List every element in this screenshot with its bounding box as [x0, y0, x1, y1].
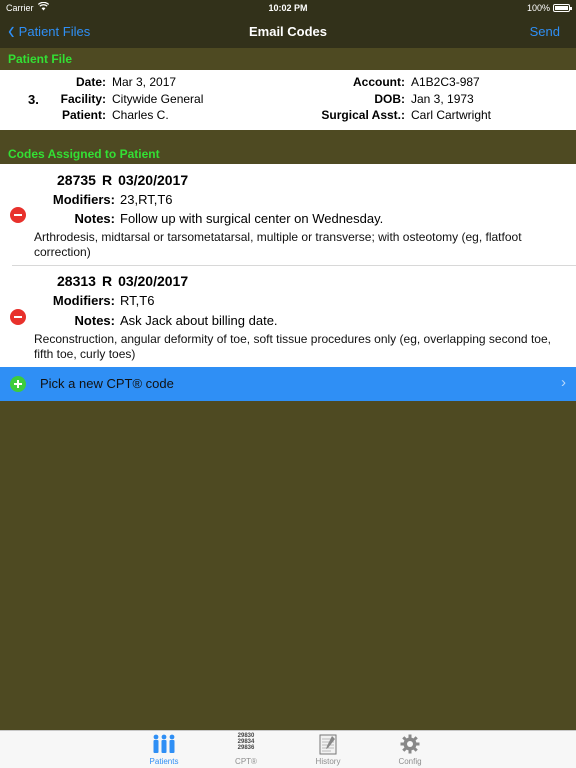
account-label: Account:	[353, 75, 405, 89]
send-button[interactable]: Send	[530, 24, 560, 39]
modifiers-value: RT,T6	[120, 293, 155, 308]
facility-value: Citywide General	[112, 92, 204, 106]
tab-label: History	[315, 757, 341, 766]
date-label: Date:	[75, 75, 106, 89]
notes-value: Follow up with surgical center on Wednes…	[120, 211, 384, 226]
code-date: 03/20/2017	[118, 172, 189, 188]
add-icon	[10, 376, 26, 392]
code-side: R	[101, 172, 113, 188]
status-bar: Carrier 10:02 PM 100%	[0, 0, 576, 16]
code-number: 28735	[57, 172, 96, 188]
top-bar: Carrier 10:02 PM 100% ‹ Patient Files Em…	[0, 0, 576, 48]
battery-icon	[553, 4, 572, 12]
tab-config[interactable]: Config	[380, 731, 440, 768]
code-description: Reconstruction, angular deformity of toe…	[34, 332, 551, 361]
code-number: 28313	[57, 273, 96, 289]
code-side: R	[101, 273, 113, 289]
modifiers-label: Modifiers:	[52, 192, 115, 207]
modifiers-value: 23,RT,T6	[120, 192, 173, 207]
codes-list: 28735 R 03/20/2017 Modifiers: 23,RT,T6 Not…	[0, 164, 576, 367]
patient-file-header: Patient File	[8, 52, 73, 66]
chevron-right-icon: ›	[561, 374, 566, 391]
tab-label: Patients	[149, 757, 179, 766]
patient-label: Patient:	[61, 108, 106, 122]
tab-bar: Patients 29830 29834 29836 CPT® History	[0, 730, 576, 768]
patient-file-card: 3. Date: Mar 3, 2017 Facility: Citywide …	[0, 70, 576, 130]
facility-label: Facility:	[60, 92, 106, 106]
code-date: 03/20/2017	[118, 273, 189, 289]
list-item[interactable]: 28735 R 03/20/2017 Modifiers: 23,RT,T6 Not…	[0, 164, 576, 265]
patient-number: 3.	[28, 92, 39, 107]
clock: 10:02 PM	[268, 3, 308, 13]
nav-bar: ‹ Patient Files Email Codes Send	[0, 16, 576, 48]
pick-new-code-label: Pick a new CPT® code	[40, 376, 174, 391]
date-value: Mar 3, 2017	[112, 75, 177, 89]
dob-value: Jan 3, 1973	[411, 92, 474, 106]
patient-value: Charles C.	[112, 108, 169, 122]
code-description: Arthrodesis, midtarsal or tarsometatarsa…	[34, 230, 522, 259]
modifiers-label: Modifiers:	[52, 293, 115, 308]
page-title: Email Codes	[248, 24, 328, 39]
code-heading: 28735 R 03/20/2017	[57, 172, 194, 188]
battery-percent: 100%	[526, 3, 550, 13]
tab-history[interactable]: History	[298, 731, 358, 768]
tab-patients[interactable]: Patients	[134, 731, 194, 768]
gear-icon	[400, 734, 420, 759]
tab-cpt[interactable]: 29830 29834 29836 CPT®	[216, 731, 276, 768]
account-value: A1B2C3-987	[411, 75, 480, 89]
patients-icon	[152, 734, 176, 759]
cpt-icon: 29830 29834 29836	[238, 733, 255, 751]
notes-value: Ask Jack about billing date.	[120, 313, 278, 328]
cpt-icon-line: 29836	[237, 745, 255, 751]
surgical-asst-label: Surgical Asst.:	[321, 108, 405, 122]
tab-label: CPT®	[235, 757, 257, 766]
list-item[interactable]: 28313 R 03/20/2017 Modifiers: RT,T6 Notes:…	[0, 265, 576, 367]
surgical-asst-value: Carl Cartwright	[411, 108, 492, 122]
tab-label: Config	[398, 757, 422, 766]
notes-label: Notes:	[74, 211, 115, 226]
pick-new-code-button[interactable]: Pick a new CPT® code ›	[0, 367, 576, 401]
dob-label: DOB:	[374, 92, 405, 106]
codes-header: Codes Assigned to Patient	[8, 147, 160, 161]
notes-label: Notes:	[74, 313, 115, 328]
code-heading: 28313 R 03/20/2017	[57, 273, 194, 289]
